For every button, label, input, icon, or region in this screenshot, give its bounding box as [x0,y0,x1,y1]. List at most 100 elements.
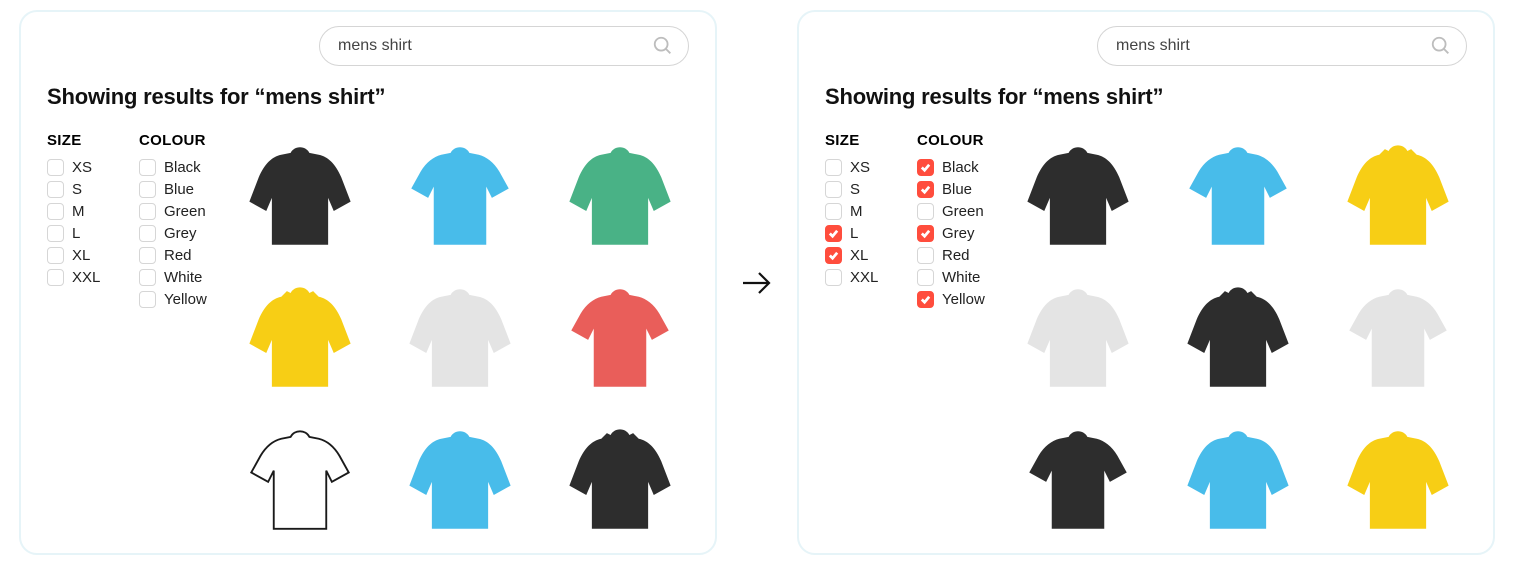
checkbox[interactable] [47,181,64,198]
filter-option[interactable]: L [47,225,117,242]
checkbox[interactable] [47,203,64,220]
product-item[interactable] [231,416,369,544]
checkbox[interactable] [825,247,842,264]
checkbox[interactable] [917,291,934,308]
filter-option[interactable]: Yellow [917,291,987,308]
product-item[interactable] [1009,274,1147,402]
filter-option[interactable]: XXL [47,269,117,286]
filter-option[interactable]: Red [917,247,987,264]
shirt-icon [1178,420,1298,540]
filter-option[interactable]: Green [139,203,209,220]
shirt-icon [560,420,680,540]
check-icon [828,228,839,239]
filter-title-colour: COLOUR [917,132,987,149]
filter-option[interactable]: M [47,203,117,220]
shirt-icon [400,278,520,398]
checkbox[interactable] [825,159,842,176]
product-item[interactable] [1169,274,1307,402]
checkbox[interactable] [47,269,64,286]
checkbox[interactable] [47,159,64,176]
filter-option[interactable]: XXL [825,269,895,286]
filter-option[interactable]: XS [825,159,895,176]
filter-option[interactable]: M [825,203,895,220]
checkbox[interactable] [917,247,934,264]
filter-option[interactable]: Blue [139,181,209,198]
shirt-icon [1018,278,1138,398]
results-panel-before: Showing results for “mens shirt” SIZE XS… [19,10,717,555]
shirt-icon [1338,136,1458,256]
checkbox[interactable] [139,247,156,264]
filter-option-label: Green [164,203,206,220]
checkbox[interactable] [47,247,64,264]
shirt-icon [240,278,360,398]
filter-option[interactable]: Black [139,159,209,176]
product-item[interactable] [1329,132,1467,260]
shirt-icon [1178,136,1298,256]
filter-option[interactable]: Grey [917,225,987,242]
filter-size: SIZE XSSMLXLXXL [47,132,117,544]
product-item[interactable] [1169,416,1307,544]
filter-option[interactable]: Blue [917,181,987,198]
checkbox[interactable] [825,203,842,220]
filter-option-label: Yellow [942,291,985,308]
product-item[interactable] [1329,416,1467,544]
product-item[interactable] [391,274,529,402]
product-item[interactable] [391,416,529,544]
product-item[interactable] [551,274,689,402]
checkbox[interactable] [917,225,934,242]
checkbox[interactable] [825,181,842,198]
filter-option-label: XXL [850,269,878,286]
filters: SIZE XSSMLXLXXL COLOUR BlackBlueGreenGre… [47,132,209,544]
checkbox[interactable] [825,225,842,242]
search-field[interactable] [1097,26,1467,66]
checkbox[interactable] [825,269,842,286]
product-item[interactable] [231,132,369,260]
filter-option[interactable]: XL [825,247,895,264]
filter-option[interactable]: L [825,225,895,242]
checkbox[interactable] [139,181,156,198]
filter-option-label: Red [942,247,970,264]
product-item[interactable] [1009,416,1147,544]
filter-option[interactable]: Grey [139,225,209,242]
filter-option[interactable]: White [917,269,987,286]
filter-option[interactable]: S [825,181,895,198]
checkbox[interactable] [139,291,156,308]
product-item[interactable] [391,132,529,260]
product-item[interactable] [551,416,689,544]
search-field[interactable] [319,26,689,66]
checkbox[interactable] [139,269,156,286]
shirt-icon [1018,420,1138,540]
checkbox[interactable] [139,225,156,242]
checkbox[interactable] [917,159,934,176]
filter-option[interactable]: Green [917,203,987,220]
search-input[interactable] [338,37,644,55]
check-icon [920,184,931,195]
checkbox[interactable] [917,269,934,286]
checkbox[interactable] [139,159,156,176]
product-item[interactable] [1009,132,1147,260]
filter-option[interactable]: Black [917,159,987,176]
arrow-right-icon [735,263,779,303]
product-item[interactable] [1169,132,1307,260]
product-item[interactable] [551,132,689,260]
filter-option[interactable]: XS [47,159,117,176]
filter-option-label: Blue [164,181,194,198]
checkbox[interactable] [917,203,934,220]
check-icon [828,250,839,261]
filter-option[interactable]: S [47,181,117,198]
filter-option[interactable]: Red [139,247,209,264]
checkbox[interactable] [47,225,64,242]
filter-option[interactable]: White [139,269,209,286]
product-item[interactable] [1329,274,1467,402]
filter-option-label: Yellow [164,291,207,308]
filter-option-label: XS [850,159,870,176]
filter-option[interactable]: XL [47,247,117,264]
search-input[interactable] [1116,37,1422,55]
check-icon [920,162,931,173]
filter-option[interactable]: Yellow [139,291,209,308]
shirt-icon [240,136,360,256]
checkbox[interactable] [917,181,934,198]
checkbox[interactable] [139,203,156,220]
product-item[interactable] [231,274,369,402]
filter-option-label: White [164,269,202,286]
